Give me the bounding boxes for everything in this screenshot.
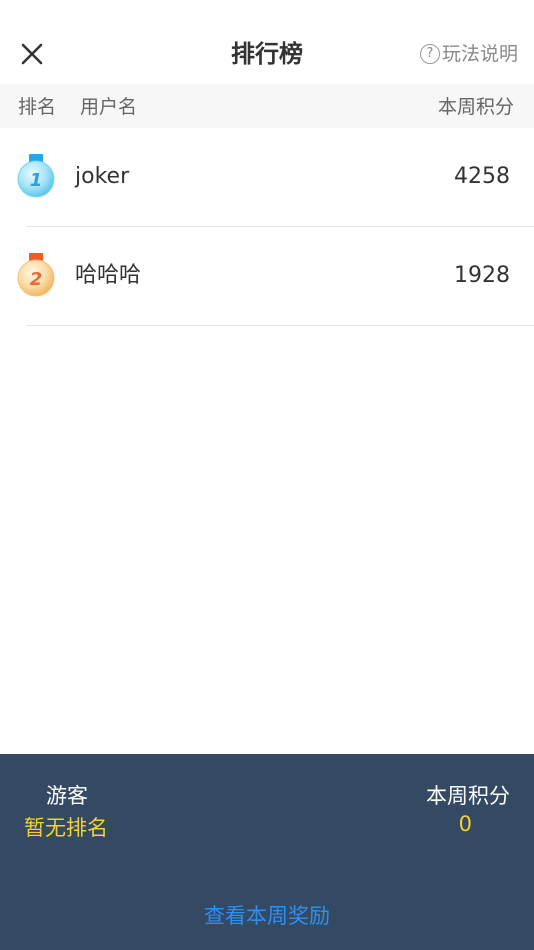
row-score: 4258 [454, 164, 510, 189]
column-username: 用户名 [80, 96, 138, 118]
leaderboard-row[interactable]: 2 哈哈哈 1928 [0, 227, 534, 326]
orange-medal-icon: 2 [17, 253, 55, 297]
row-username: 哈哈哈 [75, 263, 142, 288]
view-weekly-rewards-link[interactable]: 查看本周奖励 [0, 900, 534, 930]
row-score: 1928 [454, 263, 510, 288]
current-user-name: 游客 [46, 784, 88, 808]
medal-rank-label: 2 [30, 269, 43, 290]
header: 排行榜 ? 玩法说明 [0, 0, 534, 84]
help-link[interactable]: ? 玩法说明 [419, 40, 518, 68]
blue-medal-icon: 1 [17, 154, 55, 198]
help-label: 玩法说明 [441, 43, 518, 65]
leaderboard-row[interactable]: 1 joker 4258 [0, 128, 534, 227]
leaderboard-page: 排行榜 ? 玩法说明 排名 用户名 本周积分 1 joker 4258 2 哈哈… [0, 0, 534, 950]
weekly-score-label: 本周积分 [426, 784, 510, 808]
my-rank-footer: 游客 暂无排名 本周积分 0 查看本周奖励 [0, 754, 534, 950]
leaderboard-list: 1 joker 4258 2 哈哈哈 1928 [0, 128, 534, 326]
column-rank: 排名 [18, 96, 57, 118]
row-username: joker [75, 164, 130, 189]
weekly-score-value: 0 [458, 812, 472, 836]
current-user-rank: 暂无排名 [24, 816, 108, 840]
column-weekly-score: 本周积分 [437, 96, 514, 118]
question-circle-icon: ? [419, 44, 440, 64]
medal-rank-label: 1 [30, 170, 43, 191]
row-divider [26, 325, 534, 326]
column-header: 排名 用户名 本周积分 [0, 84, 534, 128]
